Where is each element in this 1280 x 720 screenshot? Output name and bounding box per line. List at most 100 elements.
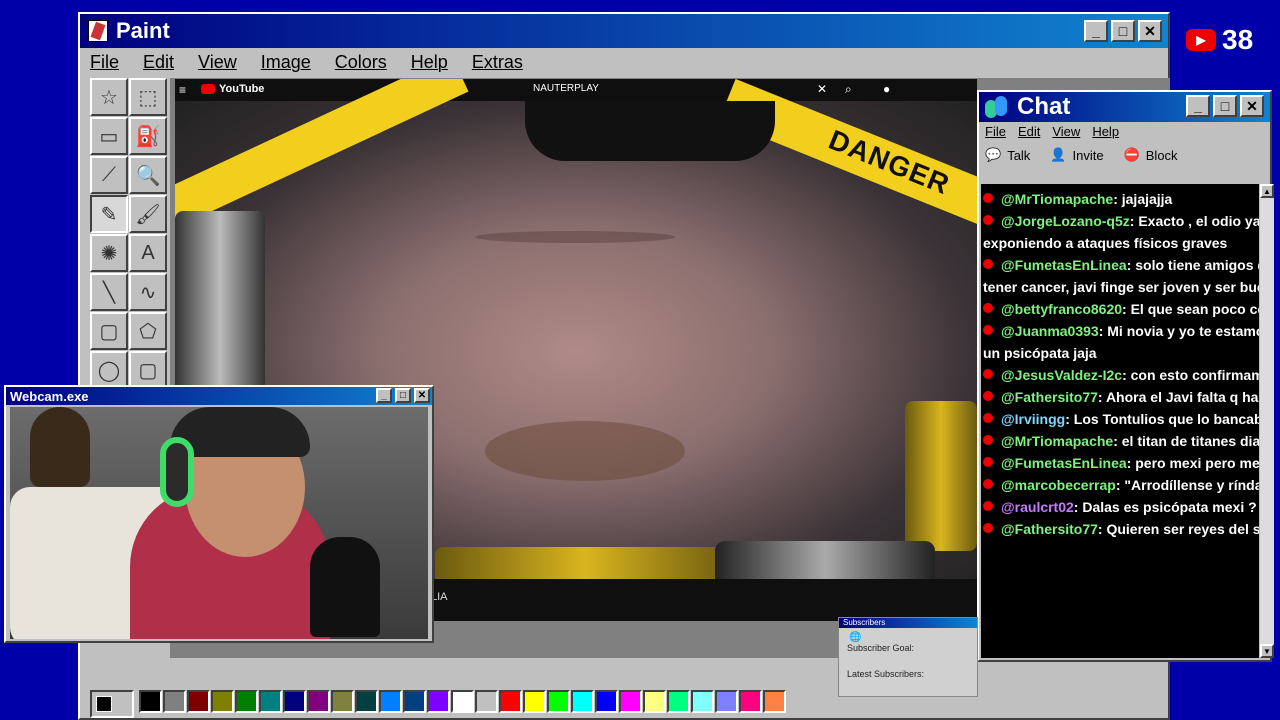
chat-username[interactable]: @Juanma0393 <box>1001 323 1099 339</box>
palette-swatch[interactable] <box>475 690 498 713</box>
scroll-up-button[interactable]: ▲ <box>1260 184 1274 198</box>
channel-search-text[interactable]: NAUTERPLAY <box>533 83 599 94</box>
ellipse-icon[interactable]: ◯ <box>90 351 128 389</box>
menu-colors[interactable]: Colors <box>331 50 391 76</box>
minimize-button[interactable]: _ <box>376 388 392 403</box>
text-icon[interactable]: A <box>129 234 167 272</box>
palette-swatch[interactable] <box>643 690 666 713</box>
search-icon[interactable]: ⌕ <box>845 82 852 97</box>
close-button[interactable]: ✕ <box>1138 20 1162 42</box>
chat-title-bar[interactable]: Chat _ □ ✕ <box>979 92 1270 122</box>
paint-title-bar[interactable]: Paint _ □ ✕ <box>80 14 1168 48</box>
chat-messages[interactable]: @MrTiomapache: jajajajja @JorgeLozano-q5z… <box>981 184 1259 658</box>
chat-username[interactable]: @raulcrt02 <box>1001 499 1074 515</box>
webcam-title-bar[interactable]: Webcam.exe _ □ ✕ <box>6 387 432 405</box>
mic-icon[interactable]: ● <box>883 82 890 96</box>
rect-select-icon[interactable]: ⬚ <box>129 78 167 116</box>
palette-swatch[interactable] <box>427 690 450 713</box>
menu-image[interactable]: Image <box>257 50 315 76</box>
palette-swatch[interactable] <box>691 690 714 713</box>
chat-username[interactable]: @JesusValdez-I2c <box>1001 367 1122 383</box>
menu-help[interactable]: Help <box>407 50 452 76</box>
maximize-button[interactable]: □ <box>395 388 411 403</box>
invite-button[interactable]: 👤 Invite <box>1050 147 1103 163</box>
chat-username[interactable]: @marcobecerrap <box>1001 477 1116 493</box>
rectangle-icon[interactable]: ▢ <box>90 312 128 350</box>
chat-username[interactable]: @Fathersito77 <box>1001 389 1098 405</box>
chat-username[interactable]: @FumetasEnLinea <box>1001 257 1127 273</box>
palette-swatch[interactable] <box>379 690 402 713</box>
menu-file[interactable]: File <box>86 50 123 76</box>
palette-swatch[interactable] <box>715 690 738 713</box>
palette-swatch[interactable] <box>283 690 306 713</box>
palette-swatch[interactable] <box>547 690 570 713</box>
chat-menu-edit[interactable]: Edit <box>1018 124 1040 139</box>
eraser-icon[interactable]: ▭ <box>90 117 128 155</box>
block-button[interactable]: ⛔ Block <box>1124 147 1178 163</box>
free-select-icon[interactable]: ☆ <box>90 78 128 116</box>
palette-swatch[interactable] <box>499 690 522 713</box>
palette-swatch[interactable] <box>739 690 762 713</box>
palette-swatch[interactable] <box>667 690 690 713</box>
menu-icon[interactable]: ≡ <box>179 83 186 97</box>
chat-username[interactable]: @JorgeLozano-q5z <box>1001 213 1130 229</box>
maximize-button[interactable]: □ <box>1111 20 1135 42</box>
scroll-down-button[interactable]: ▼ <box>1260 644 1274 658</box>
palette-swatch[interactable] <box>619 690 642 713</box>
chat-username[interactable]: @Fathersito77 <box>1001 521 1098 537</box>
palette-swatch[interactable] <box>187 690 210 713</box>
line-icon[interactable]: ╲ <box>90 273 128 311</box>
chat-title: Chat <box>1017 93 1071 120</box>
youtube-badge-icon <box>983 413 993 423</box>
fill-icon[interactable]: ⛽ <box>129 117 167 155</box>
chat-username[interactable]: @MrTiomapache <box>1001 433 1113 449</box>
palette-swatch[interactable] <box>355 690 378 713</box>
palette-swatch[interactable] <box>307 690 330 713</box>
pencil-icon[interactable]: ✎ <box>90 195 128 233</box>
curve-icon[interactable]: ∿ <box>129 273 167 311</box>
talk-button[interactable]: 💬 Talk <box>985 147 1030 163</box>
maximize-button[interactable]: □ <box>1213 95 1237 117</box>
minimize-button[interactable]: _ <box>1186 95 1210 117</box>
palette-swatch[interactable] <box>451 690 474 713</box>
color-picker-icon[interactable]: ⟋ <box>90 156 128 194</box>
palette-swatch[interactable] <box>331 690 354 713</box>
close-button[interactable]: ✕ <box>1240 95 1264 117</box>
menu-edit[interactable]: Edit <box>139 50 178 76</box>
polygon-icon[interactable]: ⬠ <box>129 312 167 350</box>
palette-swatch[interactable] <box>211 690 234 713</box>
palette-swatch[interactable] <box>763 690 786 713</box>
chat-username[interactable]: @bettyfranco8620 <box>1001 301 1122 317</box>
close-button[interactable]: ✕ <box>414 388 430 403</box>
palette-swatch[interactable] <box>595 690 618 713</box>
palette-swatch[interactable] <box>523 690 546 713</box>
chat-username[interactable]: @FumetasEnLinea <box>1001 455 1127 471</box>
chat-menu-help[interactable]: Help <box>1092 124 1119 139</box>
menu-extras[interactable]: Extras <box>468 50 527 76</box>
black-barrel-top <box>525 101 775 161</box>
current-colors[interactable] <box>90 690 134 718</box>
chat-scrollbar[interactable]: ▲ ▼ <box>1260 184 1274 658</box>
youtube-logo-icon <box>201 84 215 94</box>
magnifier-icon[interactable]: 🔍 <box>129 156 167 194</box>
chat-username[interactable]: @MrTiomapache <box>1001 191 1113 207</box>
palette-swatch[interactable] <box>571 690 594 713</box>
chat-message: @bettyfranco8620: El que sean poco comu <box>983 298 1259 320</box>
chat-username[interactable]: @Irviingg <box>1001 411 1065 427</box>
menu-view[interactable]: View <box>194 50 241 76</box>
palette-swatch[interactable] <box>139 690 162 713</box>
youtube-badge-icon <box>983 215 993 225</box>
palette-swatch[interactable] <box>235 690 258 713</box>
palette-swatch[interactable] <box>163 690 186 713</box>
latest-subscribers-label: Latest Subscribers: <box>847 669 925 679</box>
clear-search-icon[interactable]: ✕ <box>817 82 827 96</box>
brush-icon[interactable]: 🖌 <box>129 195 167 233</box>
chat-text: : Exacto , el odio ya está <box>1129 213 1259 229</box>
minimize-button[interactable]: _ <box>1084 20 1108 42</box>
rounded-rect-icon[interactable]: ▢ <box>129 351 167 389</box>
chat-menu-file[interactable]: File <box>985 124 1006 139</box>
palette-swatch[interactable] <box>259 690 282 713</box>
palette-swatch[interactable] <box>403 690 426 713</box>
chat-menu-view[interactable]: View <box>1052 124 1080 139</box>
airbrush-icon[interactable]: ✺ <box>90 234 128 272</box>
